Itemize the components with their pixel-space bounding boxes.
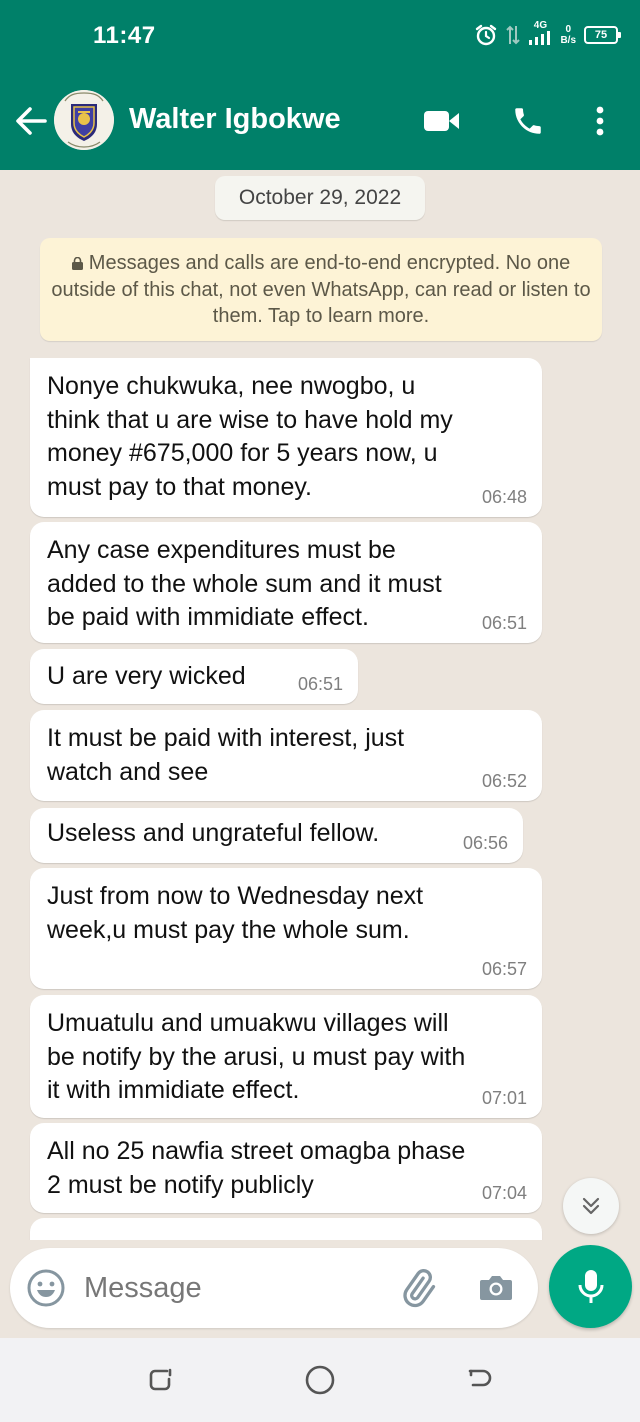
message-time: 06:48 (481, 487, 527, 507)
message-bubble[interactable]: U are very wicked 06:51 (30, 649, 358, 704)
encryption-notice[interactable]: Messages and calls are end-to-end encryp… (40, 238, 602, 341)
message-time: 06:51 (297, 674, 343, 694)
message-bubble-partial[interactable] (30, 1218, 542, 1240)
voice-message-button[interactable] (549, 1245, 632, 1328)
message-time: 06:57 (481, 959, 527, 979)
contact-avatar[interactable] (54, 90, 114, 150)
chat-area[interactable]: October 29, 2022 Messages and calls are … (0, 170, 640, 1240)
lock-icon (71, 251, 83, 270)
status-icons: 4G 0 B/s 75 (474, 18, 621, 52)
video-call-icon (424, 111, 459, 131)
home-button[interactable] (302, 1362, 338, 1398)
message-bubble[interactable]: All no 25 nawfia street omagba phase 2 m… (30, 1123, 542, 1213)
message-bubble[interactable]: Umuatulu and umuakwu villages will be no… (30, 995, 542, 1118)
back-button[interactable] (14, 101, 48, 141)
message-text: All no 25 nawfia street omagba phase 2 m… (47, 1137, 466, 1199)
battery-icon: 75 (584, 26, 621, 44)
paperclip-icon (403, 1269, 436, 1308)
message-text: It must be paid with interest, just watc… (47, 724, 405, 786)
recent-apps-button[interactable] (142, 1362, 178, 1398)
network-indicator: 4G (528, 19, 552, 50)
camera-icon (480, 1276, 512, 1300)
message-composer (10, 1248, 538, 1328)
message-input[interactable] (84, 1266, 384, 1310)
contact-name[interactable]: Walter Igbokwe (129, 103, 341, 136)
scroll-to-bottom-button[interactable] (563, 1178, 619, 1234)
app-header: 11:47 4G 0 B/s 75 Walter Igbokwe (0, 0, 640, 170)
status-time: 11:47 (93, 22, 156, 49)
message-time: 06:52 (481, 771, 527, 791)
message-bubble[interactable]: Any case expenditures must be added to t… (30, 522, 542, 643)
attach-button[interactable] (396, 1268, 438, 1310)
back-nav-button[interactable] (462, 1362, 498, 1398)
network-speed-unit: B/s (560, 35, 576, 46)
network-speed: 0 B/s (560, 24, 576, 46)
network-speed-value: 0 (565, 24, 571, 35)
home-circle-icon (305, 1365, 335, 1395)
voice-call-button[interactable] (508, 100, 548, 142)
message-bubble[interactable]: Useless and ungrateful fellow. 06:56 (30, 808, 523, 863)
back-arrow-icon (16, 107, 47, 135)
message-bubble[interactable]: Nonye chukwuka, nee nwogbo, u think that… (30, 358, 542, 517)
recents-icon (149, 1368, 172, 1391)
message-time: 07:04 (481, 1183, 527, 1203)
system-nav-bar (0, 1338, 640, 1422)
signal-icon (529, 30, 551, 45)
voice-call-icon (515, 108, 541, 134)
message-text: Just from now to Wednesday next week,u m… (47, 882, 424, 944)
video-call-button[interactable] (422, 100, 462, 142)
alarm-icon (476, 24, 497, 46)
message-time: 06:56 (462, 833, 508, 853)
date-chip: October 29, 2022 (215, 176, 425, 220)
message-time: 07:01 (481, 1088, 527, 1108)
network-type: 4G (533, 19, 548, 31)
double-chevron-down-icon (582, 1197, 600, 1215)
message-bubble[interactable]: Just from now to Wednesday next week,u m… (30, 868, 542, 989)
message-text: Any case expenditures must be added to t… (47, 536, 442, 631)
data-transfer-icon (506, 25, 521, 45)
encryption-notice-text: Messages and calls are end-to-end encryp… (51, 252, 591, 327)
more-options-button[interactable] (588, 100, 612, 142)
crest-logo-icon (54, 90, 114, 150)
message-text: Useless and ungrateful fellow. (47, 819, 380, 847)
message-bubble[interactable]: It must be paid with interest, just watc… (30, 710, 542, 801)
back-nav-icon (468, 1369, 492, 1387)
emoji-button[interactable] (26, 1268, 66, 1308)
camera-button[interactable] (476, 1268, 516, 1308)
message-text: Umuatulu and umuakwu villages will be no… (47, 1009, 466, 1104)
microphone-icon (578, 1269, 603, 1303)
emoji-icon (27, 1269, 65, 1307)
message-text: Nonye chukwuka, nee nwogbo, u think that… (47, 372, 453, 501)
more-options-icon (596, 106, 604, 136)
message-time: 06:51 (481, 613, 527, 633)
